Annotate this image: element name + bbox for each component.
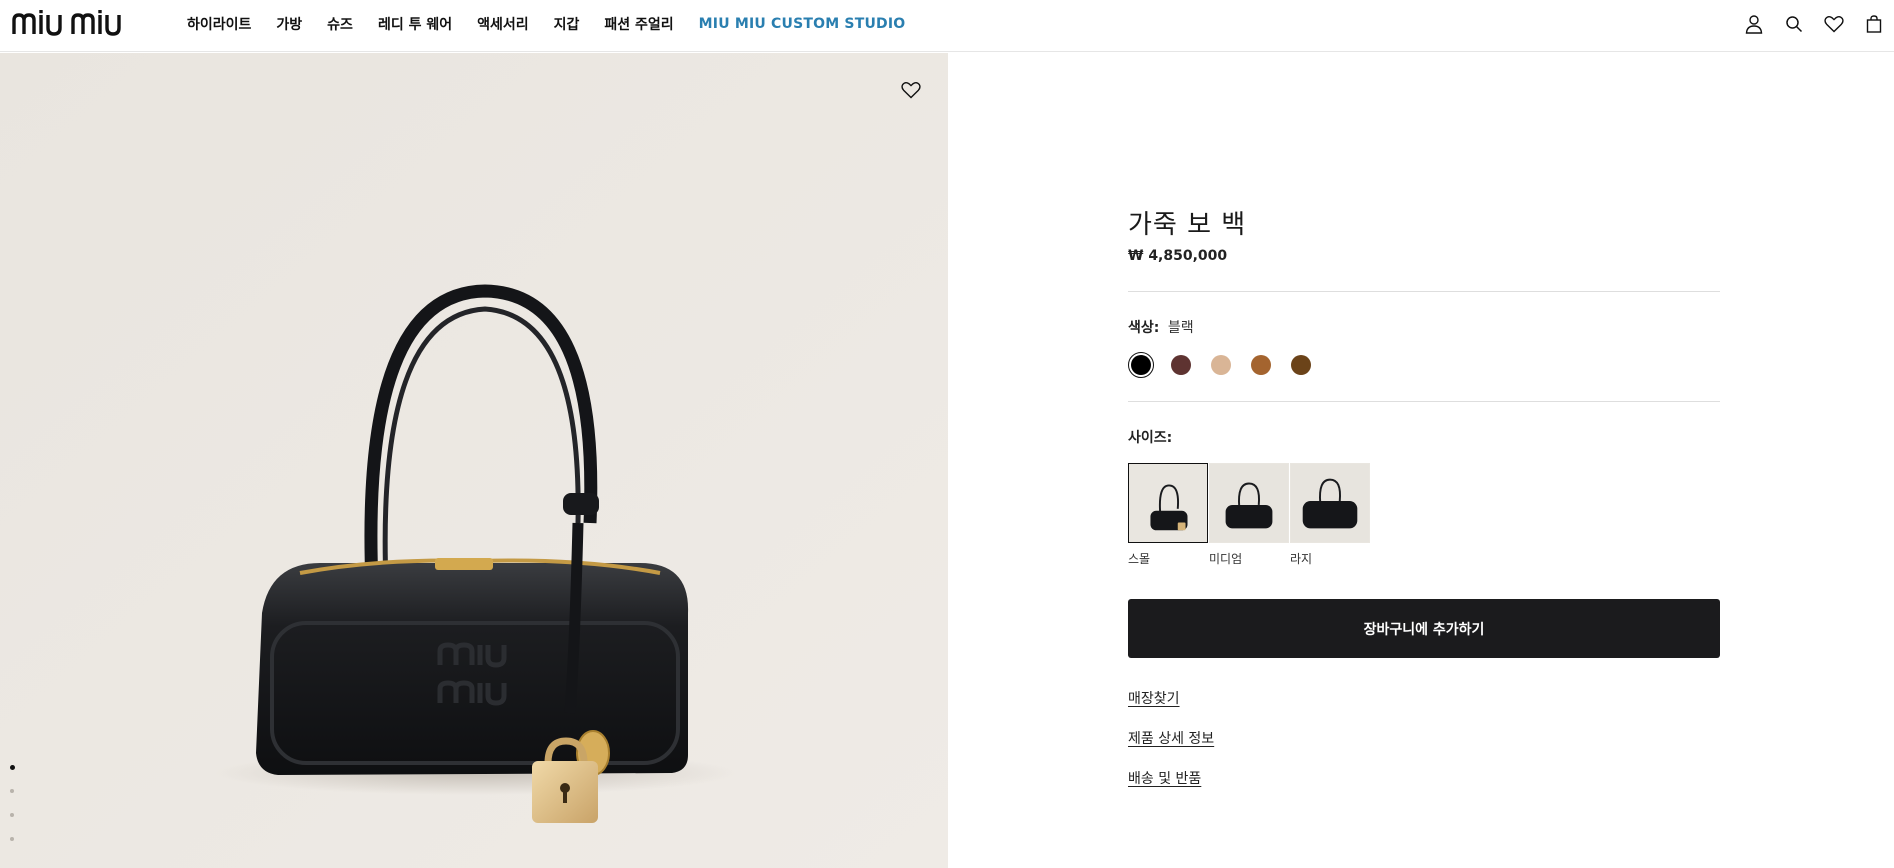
- color-swatch-beige[interactable]: [1208, 352, 1234, 378]
- nav-item-fashion-jewelry[interactable]: 패션 주얼리: [604, 14, 673, 34]
- nav-item-shoes[interactable]: 슈즈: [327, 14, 353, 34]
- color-swatch-cognac[interactable]: [1248, 352, 1274, 378]
- wishlist-heart-icon[interactable]: [1822, 12, 1846, 36]
- gallery-dot-4[interactable]: [8, 835, 16, 843]
- product-image-gallery[interactable]: [0, 53, 948, 868]
- size-option-label: 미디엄: [1209, 552, 1243, 566]
- size-option-small[interactable]: 스몰: [1128, 463, 1208, 567]
- nav-item-bags[interactable]: 가방: [276, 14, 302, 34]
- shopping-bag-icon[interactable]: [1862, 12, 1886, 36]
- color-swatch-brown[interactable]: [1288, 352, 1314, 378]
- product-title: 가죽 보 백: [1128, 210, 1247, 240]
- nav-item-custom-studio[interactable]: MIU MIU CUSTOM STUDIO: [699, 16, 906, 32]
- gallery-dot-3[interactable]: [8, 811, 16, 819]
- color-selector-label: 색상: 블랙: [1128, 317, 1194, 337]
- product-price: ₩ 4,850,000: [1128, 248, 1228, 264]
- size-option-large[interactable]: 라지: [1290, 463, 1370, 567]
- nav-item-highlights[interactable]: 하이라이트: [187, 14, 251, 34]
- size-selector-label: 사이즈:: [1128, 430, 1173, 446]
- large-bag-thumbnail: [1290, 463, 1370, 543]
- add-to-wishlist-heart-icon[interactable]: [899, 78, 923, 102]
- nav-item-accessories[interactable]: 액세서리: [477, 14, 529, 34]
- gallery-dot-1[interactable]: [8, 763, 16, 771]
- color-value-text: 블랙: [1167, 320, 1194, 336]
- gallery-dot-2[interactable]: [8, 787, 16, 795]
- nav-item-ready-to-wear[interactable]: 레디 투 웨어: [378, 14, 452, 34]
- size-options: 스몰 미디엄 라지: [1128, 463, 1371, 567]
- color-swatch-black[interactable]: [1128, 352, 1154, 378]
- small-bag-thumbnail: [1128, 463, 1208, 543]
- store-locator-link[interactable]: 매장찾기: [1128, 688, 1180, 708]
- divider: [1128, 291, 1720, 292]
- add-to-cart-button[interactable]: 장바구니에 추가하기: [1128, 599, 1720, 658]
- shipping-returns-link[interactable]: 배송 및 반품: [1128, 768, 1201, 788]
- color-label-text: 색상:: [1128, 320, 1160, 336]
- account-icon[interactable]: [1742, 12, 1766, 36]
- search-icon[interactable]: [1782, 12, 1806, 36]
- divider: [1128, 401, 1720, 402]
- site-header: 하이라이트 가방 슈즈 레디 투 웨어 액세서리 지갑 패션 주얼리 MIU M…: [0, 0, 1894, 52]
- color-swatches: [1128, 352, 1328, 378]
- gallery-pagination: [8, 763, 16, 859]
- main-nav: 하이라이트 가방 슈즈 레디 투 웨어 액세서리 지갑 패션 주얼리 MIU M…: [187, 0, 905, 48]
- size-option-label: 스몰: [1128, 552, 1151, 566]
- color-swatch-burgundy[interactable]: [1168, 352, 1194, 378]
- nav-item-wallets[interactable]: 지갑: [554, 14, 580, 34]
- size-option-medium[interactable]: 미디엄: [1209, 463, 1289, 567]
- header-actions: [1726, 12, 1886, 36]
- product-details-link[interactable]: 제품 상세 정보: [1128, 728, 1214, 748]
- miu-miu-logo[interactable]: [12, 9, 162, 37]
- medium-bag-thumbnail: [1209, 463, 1289, 543]
- leather-bag-product-image: [0, 53, 948, 868]
- size-option-label: 라지: [1290, 552, 1313, 566]
